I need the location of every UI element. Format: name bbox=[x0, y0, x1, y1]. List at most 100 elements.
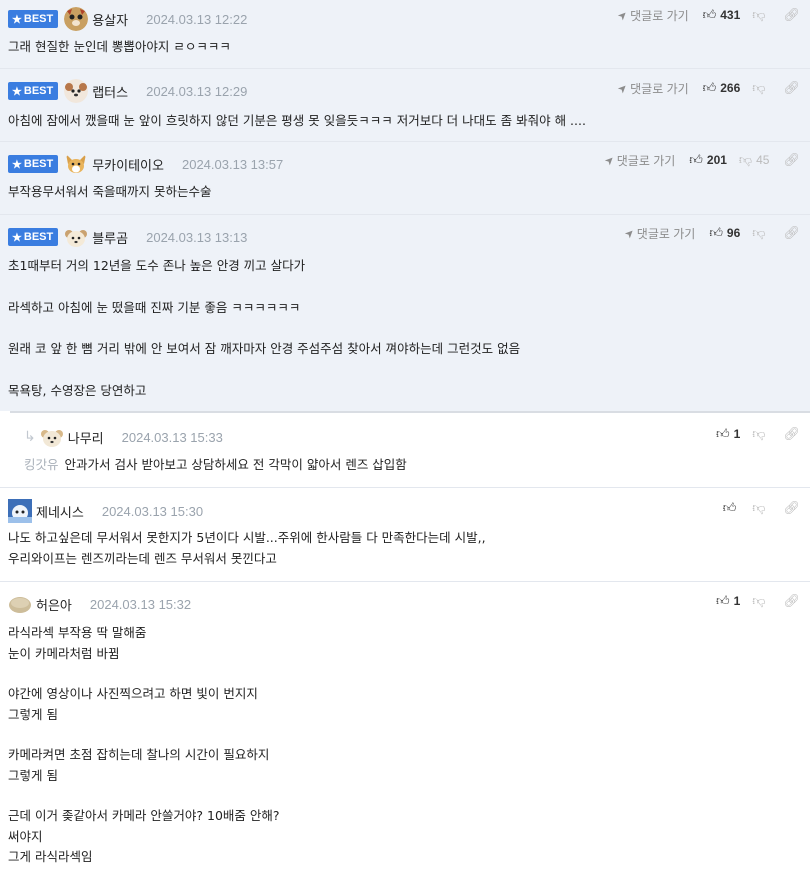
comment-actions: 👍︎ 1 👎︎ 🔗︎ bbox=[716, 591, 800, 611]
comment-actions: 👍︎ 👎︎ 🔗︎ bbox=[723, 498, 800, 518]
reply-arrow-icon: ↳ bbox=[24, 429, 36, 445]
comment-item: ★ BEST 무카이테이오 2024.03.13 13:57 ➤ 댓글로 가기 👍︎… bbox=[0, 142, 810, 215]
thumbs-down-icon: 👎︎ bbox=[752, 500, 766, 515]
avatar[interactable] bbox=[64, 225, 89, 249]
goto-comment-link[interactable]: ➤ 댓글로 가기 bbox=[622, 225, 695, 242]
mention-tag[interactable]: 킹갓유 bbox=[24, 457, 59, 472]
thumbs-down-icon: 👎︎ bbox=[752, 593, 766, 608]
comment-body: 부작용무서워서 죽을때까지 못하는수술 bbox=[8, 184, 212, 199]
nickname[interactable]: 나무리 bbox=[68, 428, 104, 447]
comment-date: 2024.03.13 15:32 bbox=[89, 596, 192, 612]
thumbs-up-icon: 👍︎ bbox=[716, 426, 730, 441]
comment-body: 그래 현질한 눈인데 뽕뽑아야지 ㄹㅇㅋㅋㅋ bbox=[8, 39, 231, 54]
comment-item-reply: ↳ 나무리 2024.03.13 15:33 👍︎ 1 👎︎ 🔗︎ 킹갓유 안과가서… bbox=[0, 413, 810, 488]
best-badge: ★ BEST bbox=[8, 10, 59, 28]
comment-date: 2024.03.13 13:13 bbox=[146, 229, 248, 245]
send-arrow-icon: ➤ bbox=[601, 152, 617, 168]
upvote-button[interactable]: 👍︎ 266 bbox=[703, 80, 741, 96]
comment-date: 2024.03.13 12:29 bbox=[146, 83, 248, 99]
thumbs-up-icon: 👍︎ bbox=[702, 7, 717, 22]
comment-header: 허은아 2024.03.13 15:32 bbox=[8, 591, 191, 617]
comment-date: 2024.03.13 12:22 bbox=[146, 11, 248, 27]
goto-comment-link[interactable]: ➤ 댓글로 가기 bbox=[615, 7, 688, 24]
link-icon[interactable]: 🔗︎ bbox=[783, 225, 800, 241]
link-icon[interactable]: 🔗︎ bbox=[783, 426, 800, 442]
avatar[interactable] bbox=[64, 7, 89, 31]
send-arrow-icon: ➤ bbox=[615, 7, 631, 23]
best-badge: ★ BEST bbox=[8, 82, 59, 100]
downvote-button[interactable]: 👎︎ bbox=[752, 7, 769, 23]
nickname[interactable]: 허은아 bbox=[36, 595, 72, 614]
comment-actions: ➤ 댓글로 가기 👍︎ 266 👎︎ 🔗︎ bbox=[615, 78, 800, 98]
downvote-button[interactable]: 👎︎ bbox=[752, 500, 769, 516]
comment-actions: ➤ 댓글로 가기 👍︎ 96 👎︎ 🔗︎ bbox=[622, 223, 800, 243]
comment-body: 초1때부터 거의 12년을 도수 존나 높은 안경 끼고 살다가 라섹하고 아침… bbox=[8, 258, 521, 398]
thumbs-down-icon: 👎︎ bbox=[752, 7, 766, 22]
comment-item: ★ BEST 용살자 2024.03.13 12:22 ➤ 댓글로 가기 👍︎ 431… bbox=[0, 0, 810, 69]
comment-item: 제네시스 2024.03.13 15:30 👍︎ 👎︎ 🔗︎ 나도 하고싶은데 … bbox=[0, 488, 810, 582]
upvote-button[interactable]: 👍︎ 96 bbox=[709, 225, 740, 241]
thumbs-up-icon: 👍︎ bbox=[709, 225, 723, 240]
avatar[interactable] bbox=[40, 425, 64, 449]
best-badge: ★ BEST bbox=[8, 228, 59, 246]
link-icon[interactable]: 🔗︎ bbox=[783, 152, 800, 168]
comment-header: ★ BEST 블루곰 2024.03.13 13:13 bbox=[8, 224, 247, 250]
thumbs-up-icon: 👍︎ bbox=[689, 152, 703, 167]
upvote-button[interactable]: 👍︎ 1 bbox=[716, 426, 740, 442]
comment-header: ★ BEST 용살자 2024.03.13 12:22 bbox=[8, 6, 247, 32]
nickname[interactable]: 용살자 bbox=[92, 10, 128, 29]
comment-actions: 👍︎ 1 👎︎ 🔗︎ bbox=[716, 424, 800, 444]
comment-actions: ➤ 댓글로 가기 👍︎ 201 👎︎ 45 🔗︎ bbox=[602, 150, 800, 170]
star-icon: ★ bbox=[12, 13, 22, 26]
thumbs-down-icon: 👎︎ bbox=[752, 80, 766, 95]
thumbs-down-icon: 👎︎ bbox=[752, 225, 766, 240]
downvote-button[interactable]: 👎︎ bbox=[752, 426, 769, 442]
avatar[interactable] bbox=[8, 499, 32, 523]
comment-item: ★ BEST 블루곰 2024.03.13 13:13 ➤ 댓글로 가기 👍︎ 96 … bbox=[0, 215, 810, 411]
comment-item: 허은아 2024.03.13 15:32 👍︎ 1 👎︎ 🔗︎ 라식라섹 부작용 … bbox=[0, 582, 810, 885]
comment-header: ★ BEST 무카이테이오 2024.03.13 13:57 bbox=[8, 151, 283, 177]
avatar[interactable] bbox=[64, 152, 89, 176]
comment-body: 라식라섹 부작용 딱 말해줌 눈이 카메라처럼 바뀜 야간에 영상이나 사진찍으… bbox=[8, 625, 280, 864]
downvote-button[interactable]: 👎︎ bbox=[752, 80, 769, 96]
goto-comment-link[interactable]: ➤ 댓글로 가기 bbox=[615, 80, 688, 97]
star-icon: ★ bbox=[12, 231, 22, 244]
comment-body: 나도 하고싶은데 무서워서 못한지가 5년이다 시발...주위에 한사람들 다 … bbox=[8, 530, 486, 566]
goto-comment-link[interactable]: ➤ 댓글로 가기 bbox=[602, 152, 675, 169]
avatar[interactable] bbox=[8, 592, 32, 616]
link-icon[interactable]: 🔗︎ bbox=[783, 500, 800, 516]
nickname[interactable]: 블루곰 bbox=[92, 228, 128, 247]
best-badge: ★ BEST bbox=[8, 155, 59, 173]
downvote-button[interactable]: 👎︎ bbox=[752, 225, 769, 241]
comment-body: 아침에 잠에서 깼을때 눈 앞이 흐릿하지 않던 기분은 평생 못 잊을듯ㅋㅋㅋ… bbox=[8, 113, 586, 128]
nickname[interactable]: 제네시스 bbox=[36, 502, 84, 521]
upvote-button[interactable]: 👍︎ 201 bbox=[689, 152, 727, 168]
thumbs-up-icon: 👍︎ bbox=[716, 593, 730, 608]
avatar[interactable] bbox=[64, 79, 89, 103]
comment-date: 2024.03.13 15:30 bbox=[101, 503, 204, 519]
link-icon[interactable]: 🔗︎ bbox=[783, 593, 800, 609]
thumbs-down-icon: 👎︎ bbox=[752, 426, 766, 441]
comment-body: 킹갓유 안과가서 검사 받아보고 상담하세요 전 각막이 얇아서 렌즈 삽입함 bbox=[24, 457, 407, 472]
comment-header: ↳ 나무리 2024.03.13 15:33 bbox=[24, 424, 223, 450]
link-icon[interactable]: 🔗︎ bbox=[783, 7, 800, 23]
thumbs-up-icon: 👍︎ bbox=[722, 500, 737, 515]
star-icon: ★ bbox=[12, 85, 22, 98]
downvote-button[interactable]: 👎︎ 45 bbox=[739, 152, 770, 168]
comment-item: ★ BEST 랩터스 2024.03.13 12:29 ➤ 댓글로 가기 👍︎ 266… bbox=[0, 69, 810, 142]
upvote-button[interactable]: 👍︎ 431 bbox=[703, 7, 741, 23]
nickname[interactable]: 랩터스 bbox=[92, 82, 128, 101]
downvote-button[interactable]: 👎︎ bbox=[752, 593, 769, 609]
send-arrow-icon: ➤ bbox=[622, 225, 638, 241]
comment-date: 2024.03.13 15:33 bbox=[121, 429, 223, 445]
upvote-button[interactable]: 👍︎ 1 bbox=[716, 593, 740, 609]
nickname[interactable]: 무카이테이오 bbox=[92, 155, 164, 174]
comment-header: ★ BEST 랩터스 2024.03.13 12:29 bbox=[8, 78, 247, 104]
comment-header: 제네시스 2024.03.13 15:30 bbox=[8, 498, 203, 524]
comment-actions: ➤ 댓글로 가기 👍︎ 431 👎︎ 🔗︎ bbox=[615, 5, 800, 25]
thumbs-up-icon: 👍︎ bbox=[702, 80, 717, 95]
upvote-button[interactable]: 👍︎ bbox=[723, 500, 741, 516]
link-icon[interactable]: 🔗︎ bbox=[783, 80, 800, 96]
comment-date: 2024.03.13 13:57 bbox=[181, 156, 284, 172]
thumbs-down-icon: 👎︎ bbox=[738, 152, 753, 167]
